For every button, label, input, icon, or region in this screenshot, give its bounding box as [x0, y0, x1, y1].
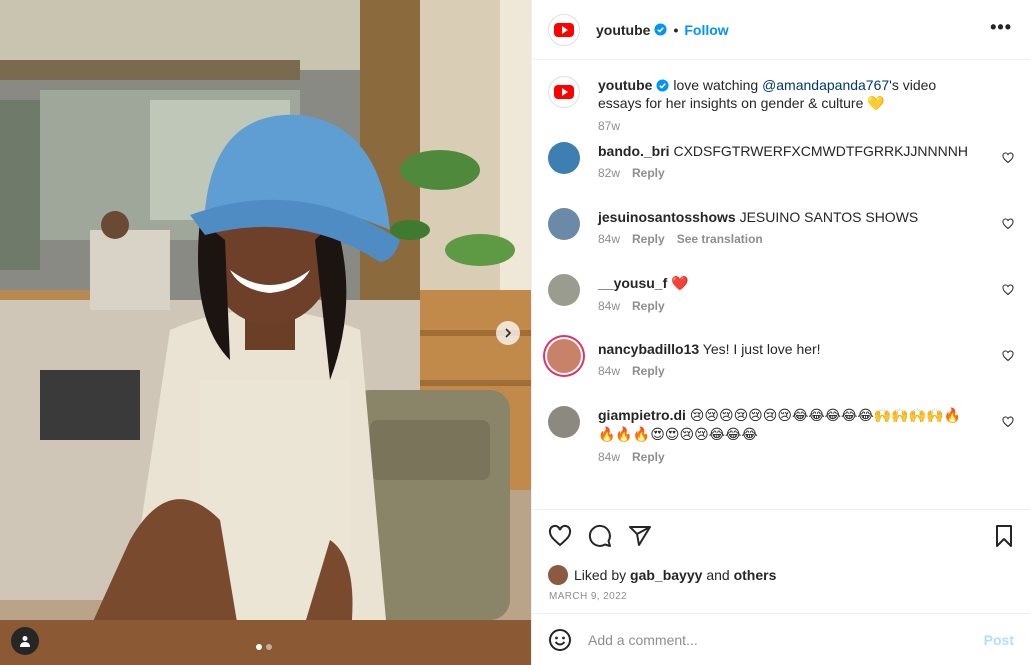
- chevron-right-icon: [505, 328, 512, 338]
- comment-time[interactable]: 84w: [598, 299, 620, 313]
- comment-time[interactable]: 84w: [598, 450, 620, 464]
- comment-body: nancybadillo13 Yes! I just love her! 84w…: [598, 340, 978, 406]
- see-translation-button[interactable]: See translation: [677, 232, 763, 246]
- reply-button[interactable]: Reply: [632, 450, 665, 464]
- avatar[interactable]: [548, 406, 580, 438]
- comment-meta: 84w Reply See translation: [598, 232, 978, 246]
- user-tag-icon: [20, 636, 30, 647]
- comment-item: __yousu_f ❤️ 84w Reply: [548, 274, 1014, 340]
- likes-summary: Liked by gab_bayyy and others: [532, 561, 1030, 585]
- share-icon[interactable]: [628, 524, 652, 548]
- comment-meta: 84w Reply: [598, 450, 978, 464]
- caption-meta: 87w: [598, 119, 978, 133]
- comment-time[interactable]: 84w: [598, 364, 620, 378]
- comment-body: giampietro.di 😢😢😢😢😢😢😢😂😂😂😂😂🙌🙌🙌🙌🔥🔥🔥🔥😍😍😢😢😂😂…: [598, 406, 978, 490]
- comment-text: JESUINO SANTOS SHOWS: [739, 209, 919, 225]
- likes-others[interactable]: others: [734, 567, 777, 583]
- post-dialog: youtube • Follow ••• youtube love watchi…: [0, 0, 1030, 665]
- caption-username[interactable]: youtube: [598, 77, 652, 93]
- heart-icon[interactable]: [1002, 350, 1014, 362]
- verified-badge-icon: [656, 79, 669, 92]
- comments-list[interactable]: youtube love watching @amandapanda767's …: [532, 60, 1030, 509]
- user-tags-button[interactable]: [11, 627, 39, 655]
- caption-time[interactable]: 87w: [598, 119, 620, 133]
- avatar[interactable]: [548, 208, 580, 240]
- youtube-logo-icon: [554, 85, 574, 99]
- comment-input[interactable]: [588, 631, 968, 648]
- comment-username[interactable]: __yousu_f: [598, 275, 667, 291]
- comment-username[interactable]: jesuinosantosshows: [598, 209, 736, 225]
- reply-button[interactable]: Reply: [632, 364, 665, 378]
- comment-composer: Post: [532, 613, 1030, 665]
- comment-username[interactable]: giampietro.di: [598, 407, 686, 423]
- comment-text: Yes! I just love her!: [702, 341, 821, 357]
- bookmark-icon[interactable]: [992, 524, 1016, 548]
- separator: •: [673, 21, 679, 38]
- heart-icon[interactable]: [1002, 284, 1014, 296]
- next-photo-button[interactable]: [496, 321, 520, 345]
- follow-button[interactable]: Follow: [684, 22, 728, 38]
- reply-button[interactable]: Reply: [632, 299, 665, 313]
- author-username[interactable]: youtube: [596, 22, 650, 38]
- comment-item: jesuinosantosshows JESUINO SANTOS SHOWS …: [548, 208, 1014, 274]
- caption: youtube love watching @amandapanda767's …: [548, 76, 1014, 142]
- carousel-indicator: [256, 644, 272, 650]
- comment-body: bando._bri CXDSFGTRWERFXCMWDTFGRRKJJNNNN…: [598, 142, 978, 208]
- comment-item: bando._bri CXDSFGTRWERFXCMWDTFGRRKJJNNNN…: [548, 142, 1014, 208]
- post-side-panel: youtube • Follow ••• youtube love watchi…: [531, 0, 1030, 665]
- post-photo[interactable]: [0, 0, 531, 665]
- comment-meta: 84w Reply: [598, 364, 978, 378]
- comment-meta: 84w Reply: [598, 299, 978, 313]
- comment-time[interactable]: 84w: [598, 232, 620, 246]
- comment-icon[interactable]: [588, 524, 612, 548]
- heart-icon[interactable]: [548, 524, 572, 548]
- youtube-logo-icon: [554, 22, 574, 37]
- reply-button[interactable]: Reply: [632, 166, 665, 180]
- comment-username[interactable]: nancybadillo13: [598, 341, 699, 357]
- caption-emoji: 💛: [867, 96, 885, 112]
- avatar[interactable]: [548, 565, 568, 585]
- emoji-icon[interactable]: [548, 628, 572, 652]
- likes-prefix: Liked by: [574, 567, 627, 583]
- post-button[interactable]: Post: [984, 632, 1014, 648]
- heart-icon[interactable]: [1002, 152, 1014, 164]
- likes-user[interactable]: gab_bayyy: [630, 567, 702, 583]
- avatar-story-ring[interactable]: [547, 339, 581, 373]
- comment-body: __yousu_f ❤️ 84w Reply: [598, 274, 978, 340]
- verified-badge-icon: [654, 23, 667, 36]
- comment-time[interactable]: 82w: [598, 166, 620, 180]
- comment-username[interactable]: bando._bri: [598, 143, 670, 159]
- carousel-dot: [266, 644, 272, 650]
- post-header: youtube • Follow •••: [532, 0, 1030, 60]
- photo-image: [0, 0, 531, 665]
- heart-icon[interactable]: [1002, 416, 1014, 428]
- heart-icon[interactable]: [1002, 218, 1014, 230]
- avatar[interactable]: [548, 274, 580, 306]
- post-date[interactable]: MARCH 9, 2022: [532, 585, 1030, 613]
- comment-text: ❤️: [671, 276, 689, 292]
- avatar[interactable]: [548, 76, 580, 108]
- comment-text: CXDSFGTRWERFXCMWDTFGRRKJJNNNNH: [673, 143, 968, 159]
- comment-body: jesuinosantosshows JESUINO SANTOS SHOWS …: [598, 208, 978, 274]
- comment-meta: 82w Reply: [598, 166, 978, 180]
- caption-text: love watching: [669, 77, 763, 93]
- comment-item: nancybadillo13 Yes! I just love her! 84w…: [547, 339, 1014, 406]
- caption-body: youtube love watching @amandapanda767's …: [598, 76, 978, 142]
- more-options-icon[interactable]: •••: [990, 18, 1012, 36]
- caption-mention[interactable]: @amandapanda767: [762, 77, 889, 93]
- avatar[interactable]: [548, 142, 580, 174]
- reply-button[interactable]: Reply: [632, 232, 665, 246]
- likes-middle: and: [706, 567, 730, 583]
- carousel-dot-active: [256, 644, 262, 650]
- avatar[interactable]: [548, 13, 580, 46]
- action-bar: [532, 509, 1030, 561]
- comment-item: giampietro.di 😢😢😢😢😢😢😢😂😂😂😂😂🙌🙌🙌🙌🔥🔥🔥🔥😍😍😢😢😂😂…: [548, 406, 1014, 490]
